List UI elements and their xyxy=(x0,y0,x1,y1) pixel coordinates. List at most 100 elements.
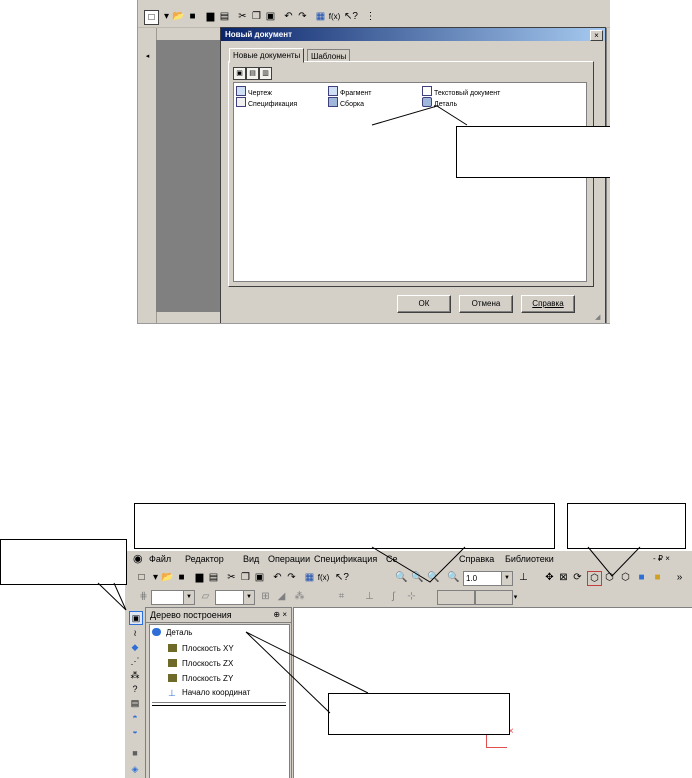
shaded-model-icon[interactable]: ■ xyxy=(129,747,141,759)
new-document-icon[interactable]: □ xyxy=(144,10,159,25)
arrays-icon[interactable]: ⋰ xyxy=(129,655,141,667)
curves-icon[interactable]: ≀ xyxy=(129,627,141,639)
local-cs-icon[interactable]: ⊞ xyxy=(259,590,272,603)
close-icon[interactable]: × xyxy=(590,30,603,41)
tree-node-origin[interactable]: ⊥ Начало координат xyxy=(168,687,250,698)
tree-node-part[interactable]: Деталь xyxy=(152,627,192,638)
print-preview-icon[interactable]: ▤ xyxy=(207,571,220,584)
zoom-value-combo[interactable]: 1.0 ▼ xyxy=(463,571,513,586)
list-item-text-document[interactable]: Текстовый документ xyxy=(422,86,500,97)
open-folder-icon[interactable]: 📂 xyxy=(161,571,174,584)
help-pointer-icon[interactable]: ↖? xyxy=(344,10,358,23)
perspective-icon[interactable]: ■ xyxy=(651,571,664,584)
window-controls[interactable]: - ₽ × xyxy=(653,551,670,567)
menu-item-operations[interactable]: Операции xyxy=(268,551,310,567)
ok-button[interactable]: ОК xyxy=(397,295,451,313)
orientation-icon[interactable]: ⊥ xyxy=(517,571,530,584)
hidden-lines-icon[interactable]: ⬡ xyxy=(603,571,616,584)
menu-item-editor[interactable]: Редактор xyxy=(185,551,224,567)
style-combo[interactable]: ▼ xyxy=(215,590,255,605)
paste-icon[interactable]: ▣ xyxy=(264,10,277,23)
cut-icon[interactable]: ✂ xyxy=(236,10,249,23)
filters-icon[interactable]: ▤ xyxy=(129,697,141,709)
menu-item-libraries[interactable]: Библиотеки xyxy=(505,551,554,567)
snap-icon[interactable]: ⁂ xyxy=(293,590,306,603)
x-coordinate-field[interactable] xyxy=(437,590,475,605)
help-button[interactable]: Справка xyxy=(521,295,575,313)
small-icons-view-icon[interactable]: ▤ xyxy=(246,67,259,80)
menu-item-file[interactable]: Файл xyxy=(149,551,171,567)
y-coordinate-field[interactable] xyxy=(475,590,513,605)
toolbar-more-icon[interactable]: » xyxy=(673,571,686,584)
zoom-scale-icon[interactable]: 🔍 xyxy=(447,571,460,584)
help-pointer-icon[interactable]: ↖? xyxy=(335,571,349,584)
coordinates-icon[interactable]: ⊹ xyxy=(405,590,418,603)
show-all-icon[interactable]: ⊠ xyxy=(557,571,570,584)
pan-icon[interactable]: ✥ xyxy=(543,571,556,584)
new-document-icon[interactable]: □ xyxy=(135,571,148,584)
round-icon[interactable]: ∫ xyxy=(387,590,400,603)
tree-node-plane-zy[interactable]: Плоскость ZY xyxy=(168,673,233,684)
list-item-fragment[interactable]: Фрагмент xyxy=(328,86,371,97)
save-icon[interactable]: ■ xyxy=(186,10,199,23)
zoom-frame-icon[interactable]: 🔍 xyxy=(411,571,424,584)
redo-icon[interactable]: ↷ xyxy=(296,10,309,23)
view-icon[interactable]: ◢ xyxy=(275,590,288,603)
grid-icon[interactable]: ⋕ xyxy=(137,590,150,603)
cut-icon[interactable]: ✂ xyxy=(225,571,238,584)
layer-combo[interactable]: ▼ xyxy=(151,590,195,605)
wireframe-icon[interactable]: ⬡ xyxy=(587,571,602,586)
list-view-icon[interactable]: ▥ xyxy=(259,67,272,80)
geometry-icon[interactable]: ▣ xyxy=(129,611,143,625)
copy-icon[interactable]: ❐ xyxy=(239,571,252,584)
chevron-left-icon[interactable]: ◂ xyxy=(141,50,154,63)
chevron-down-icon[interactable]: ▾ xyxy=(509,591,522,604)
sheet-body-icon[interactable]: ◒ xyxy=(129,725,141,737)
undo-icon[interactable]: ↶ xyxy=(271,571,284,584)
open-folder-icon[interactable]: 📂 xyxy=(172,10,185,23)
pin-close-icon[interactable]: ⊕ × xyxy=(273,608,287,622)
menu-item-specification[interactable]: Спецификация xyxy=(314,551,377,567)
zoom-in-icon[interactable]: 🔍 xyxy=(395,571,408,584)
auxiliary-geometry-icon[interactable]: ⁂ xyxy=(129,669,141,681)
editing-icon[interactable]: ◆ xyxy=(129,641,141,653)
resize-grip-icon[interactable]: ◢ xyxy=(595,314,603,322)
cancel-button[interactable]: Отмена xyxy=(459,295,513,313)
chevron-down-icon[interactable]: ▼ xyxy=(501,572,512,585)
calculator-icon[interactable]: ▦ xyxy=(303,571,316,584)
tree-node-plane-zx[interactable]: Плоскость ZX xyxy=(168,658,233,669)
model-settings-icon[interactable]: ◈ xyxy=(129,763,141,775)
calculator-icon[interactable]: ▦ xyxy=(314,10,327,23)
style-icon[interactable]: ▱ xyxy=(199,590,212,603)
measure-icon[interactable]: ? xyxy=(129,683,141,695)
list-item-drawing[interactable]: Чертеж xyxy=(236,86,272,97)
print-icon[interactable]: ▆ xyxy=(204,10,217,23)
tab-new-documents[interactable]: Новые документы xyxy=(229,48,305,63)
tree-node-plane-xy[interactable]: Плоскость XY xyxy=(168,643,234,654)
list-item-part[interactable]: Деталь xyxy=(422,97,457,108)
undo-icon[interactable]: ↶ xyxy=(282,10,295,23)
paste-icon[interactable]: ▣ xyxy=(253,571,266,584)
menu-item-service-cropped[interactable]: Се xyxy=(386,551,398,567)
list-item-assembly[interactable]: Сборка xyxy=(328,97,364,108)
zoom-out-icon[interactable]: 🔍 xyxy=(427,571,440,584)
function-icon[interactable]: f(x) xyxy=(317,571,330,584)
menu-item-help[interactable]: Справка xyxy=(459,551,494,567)
large-icons-view-icon[interactable]: ▣ xyxy=(233,67,246,80)
rotate-icon[interactable]: ⟳ xyxy=(571,571,584,584)
ortho-icon[interactable]: ⊥ xyxy=(363,590,376,603)
chevron-down-icon[interactable]: ▼ xyxy=(183,591,194,604)
shaded-icon[interactable]: ■ xyxy=(635,571,648,584)
list-item-specification[interactable]: Спецификация xyxy=(236,97,297,108)
hidden-lines-thin-icon[interactable]: ⬡ xyxy=(619,571,632,584)
surfaces-icon[interactable]: ◓ xyxy=(129,711,141,723)
chevron-down-icon[interactable]: ▼ xyxy=(243,591,254,604)
function-icon[interactable]: f(x) xyxy=(328,10,341,23)
copy-icon[interactable]: ❐ xyxy=(250,10,263,23)
print-preview-icon[interactable]: ▤ xyxy=(218,10,231,23)
grid-toggle-icon[interactable]: ⌗ xyxy=(335,590,348,603)
print-icon[interactable]: ▆ xyxy=(193,571,206,584)
redo-icon[interactable]: ↷ xyxy=(285,571,298,584)
menu-item-view[interactable]: Вид xyxy=(243,551,259,567)
save-icon[interactable]: ■ xyxy=(175,571,188,584)
